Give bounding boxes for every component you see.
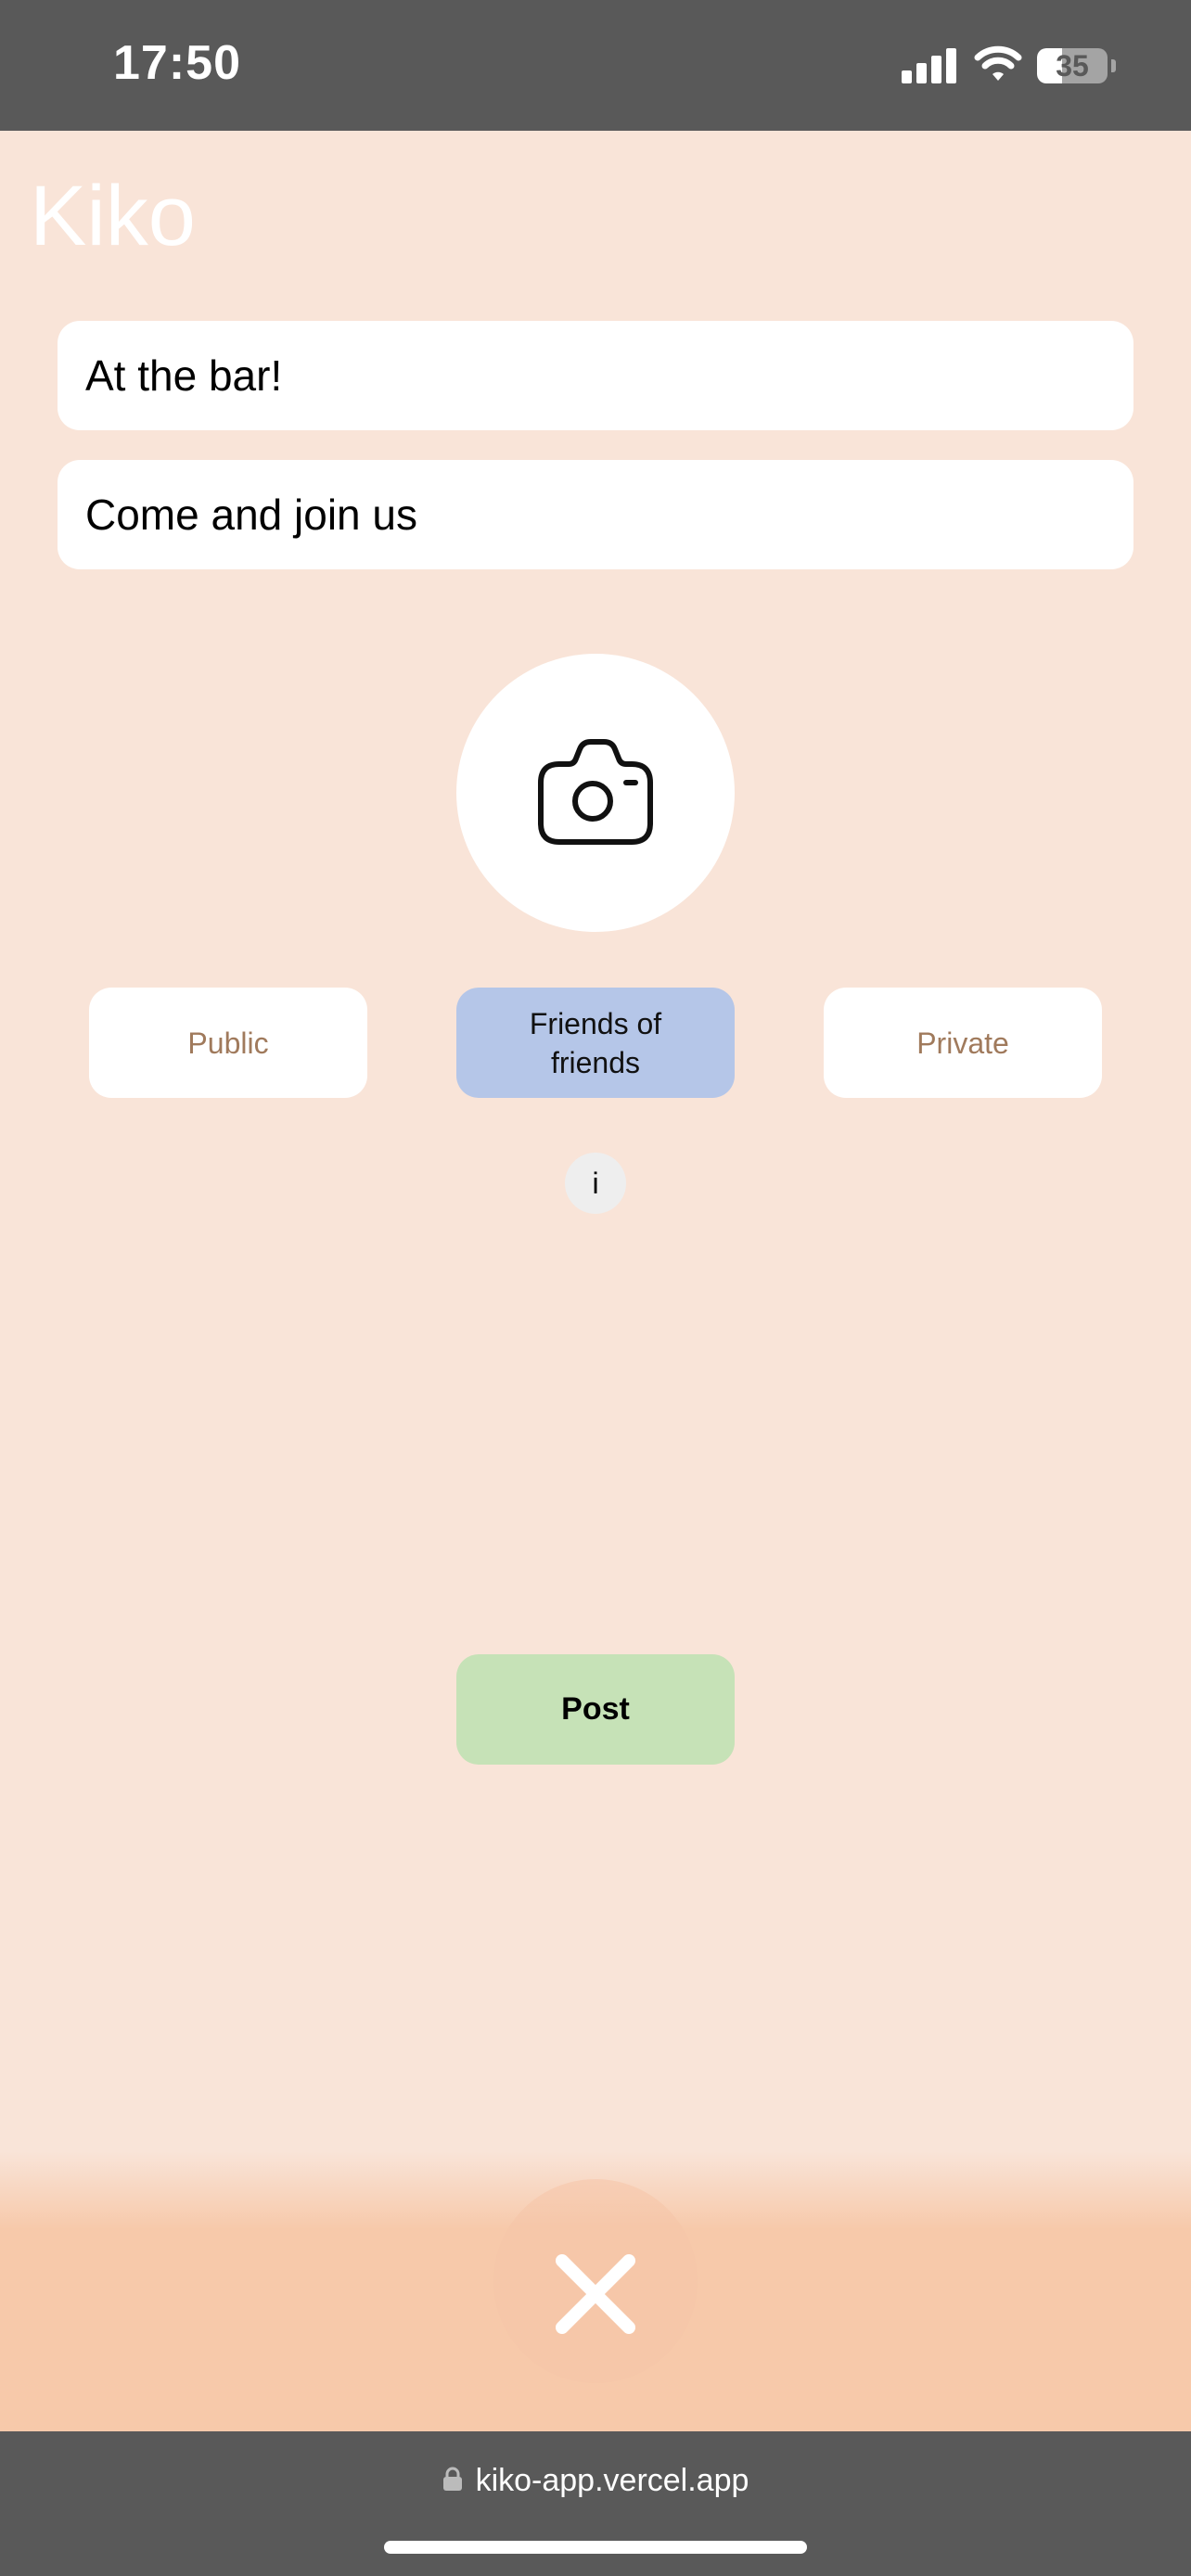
visibility-private-button[interactable]: Private	[824, 988, 1102, 1098]
wifi-icon	[974, 45, 1022, 81]
post-button[interactable]: Post	[456, 1654, 735, 1765]
status-time: 17:50	[113, 36, 241, 90]
lock-icon	[442, 2467, 462, 2492]
visibility-public-button[interactable]: Public	[89, 988, 367, 1098]
battery-icon: 35	[1037, 48, 1108, 83]
address-bar[interactable]: kiko-app.vercel.app	[0, 2463, 1191, 2499]
signal-icon	[902, 48, 957, 83]
battery-level-text: 35	[1056, 49, 1089, 83]
post-description-input[interactable]: Come and join us	[58, 460, 1133, 569]
visibility-info-button[interactable]: i	[565, 1153, 626, 1214]
app-title: Kiko	[30, 169, 196, 263]
camera-icon	[538, 739, 653, 845]
post-title-input[interactable]: At the bar!	[58, 321, 1133, 430]
visibility-friends-of-friends-button[interactable]: Friends of friends	[456, 988, 735, 1098]
battery-cap	[1111, 59, 1116, 72]
home-indicator[interactable]	[384, 2541, 807, 2554]
browser-bar	[0, 2431, 1191, 2576]
close-icon	[556, 2254, 635, 2334]
url-text: kiko-app.vercel.app	[475, 2463, 749, 2498]
